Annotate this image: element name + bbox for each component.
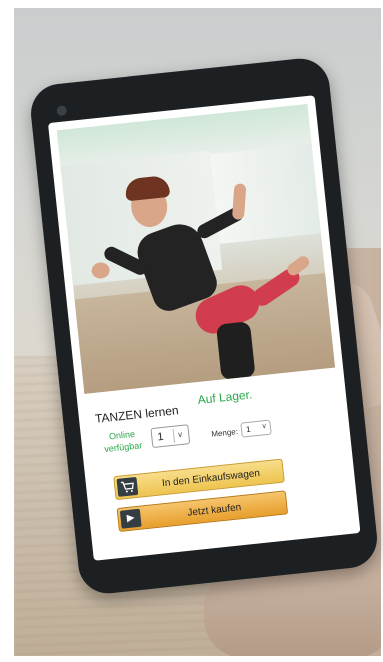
front-camera <box>56 105 68 117</box>
dancer-figure <box>57 104 335 394</box>
menge-value: 1 <box>245 424 251 435</box>
product-image <box>56 103 336 394</box>
dancer-hair <box>124 174 171 202</box>
play-icon: ▶ <box>119 508 142 529</box>
quantity-value: 1 <box>156 430 165 444</box>
chevron-down-icon: ∨ <box>172 427 187 443</box>
palm <box>204 568 381 656</box>
menge-select[interactable]: 1 ∨ <box>240 419 272 438</box>
smartphone: TANZEN lernen Auf Lager. Online verfügba… <box>28 55 380 597</box>
shop-panel: TANZEN lernen Auf Lager. Online verfügba… <box>85 371 352 556</box>
menge-label: Menge: <box>210 427 239 439</box>
buy-now-label: Jetzt kaufen <box>186 502 242 519</box>
add-to-cart-label: In den Einkaufswagen <box>161 467 261 490</box>
stock-status: Auf Lager. <box>196 387 253 408</box>
availability-text: Online verfügbar <box>103 428 143 455</box>
dancer-standing-leg <box>215 321 256 381</box>
phone-screen: TANZEN lernen Auf Lager. Online verfügba… <box>47 95 361 561</box>
dancer-right-forearm <box>231 183 247 221</box>
shopping-cart-icon <box>116 476 139 497</box>
quantity-select[interactable]: 1 ∨ <box>150 424 191 449</box>
dancer-left-hand <box>90 261 111 280</box>
product-title: TANZEN lernen <box>94 403 180 426</box>
chevron-down-icon: ∨ <box>261 423 268 431</box>
